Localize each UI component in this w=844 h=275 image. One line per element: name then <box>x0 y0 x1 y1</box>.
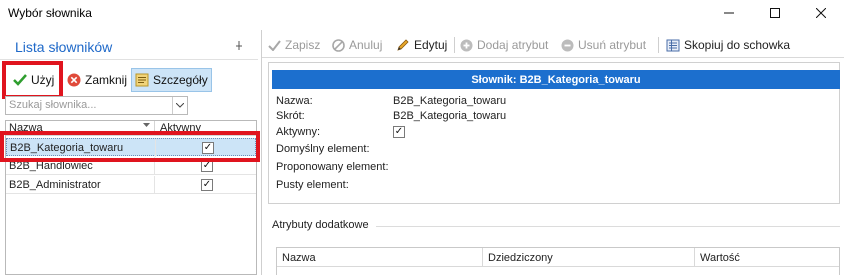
attributes-grid-header: Nazwa Dziedziczony Wartość <box>277 248 839 267</box>
add-attribute-button[interactable]: Dodaj atrybut <box>460 36 548 54</box>
maximize-button[interactable] <box>752 0 798 26</box>
remove-attribute-label: Usuń atrybut <box>578 38 647 52</box>
save-button[interactable]: Zapisz <box>268 36 320 54</box>
sort-icon <box>143 123 150 128</box>
close-button-label: Zamknij <box>85 73 128 87</box>
save-button-label: Zapisz <box>285 38 321 52</box>
active-checkbox[interactable]: ✓ <box>201 179 213 191</box>
minimize-button[interactable] <box>706 0 752 26</box>
column-header-inherited[interactable]: Dziedziczony <box>488 252 553 264</box>
name-label: Nazwa: <box>276 95 313 107</box>
left-panel-title: Lista słowników <box>15 39 113 55</box>
section-divider <box>376 226 840 227</box>
active-label: Aktywny: <box>276 126 321 138</box>
column-header-name[interactable]: Nazwa <box>282 252 316 264</box>
empty-element-label: Pusty element: <box>276 179 349 191</box>
highlight-selected-row <box>0 131 260 162</box>
plus-circle-icon <box>460 39 473 51</box>
edit-button[interactable]: Edytuj <box>396 36 447 54</box>
cancel-icon <box>332 38 345 52</box>
minimize-icon <box>724 12 734 14</box>
checkmark-icon <box>268 39 281 51</box>
close-button[interactable]: Zamknij <box>64 68 130 92</box>
cancel-button-label: Anuluj <box>349 38 383 52</box>
highlight-use-button <box>2 61 63 99</box>
active-checkbox[interactable]: ✓ <box>393 126 405 138</box>
chevron-down-icon <box>176 103 184 108</box>
panel-divider <box>261 30 262 275</box>
title-bar: Wybór słownika <box>0 0 844 26</box>
right-toolbar: Zapisz Anuluj Edytuj Dodaj atrybut Usuń … <box>262 32 844 58</box>
pencil-icon <box>397 39 409 51</box>
details-button[interactable]: Szczegóły <box>131 68 212 92</box>
cancel-button[interactable]: Anuluj <box>332 36 382 54</box>
search-input[interactable]: Szukaj słownika... <box>5 96 188 115</box>
maximize-icon <box>770 8 780 18</box>
window-title: Wybór słownika <box>8 6 92 20</box>
minus-circle-icon <box>561 39 574 51</box>
short-value: B2B_Kategoria_towaru <box>393 110 507 122</box>
copy-to-clipboard-button[interactable]: Skopiuj do schowka <box>666 36 790 54</box>
close-window-button[interactable] <box>798 0 844 26</box>
default-element-label: Domyślny element: <box>276 143 370 155</box>
left-panel-header: Lista słowników <box>0 30 258 60</box>
attributes-section-title: Atrybuty dodatkowe <box>272 219 369 231</box>
column-header-value[interactable]: Wartość <box>700 252 740 264</box>
table-row[interactable]: B2B_Administrator ✓ <box>6 176 256 194</box>
close-icon <box>816 8 826 18</box>
attributes-grid: Nazwa Dziedziczony Wartość <box>276 247 840 275</box>
proposed-element-label: Proponowany element: <box>276 161 389 173</box>
search-dropdown-button[interactable] <box>172 97 187 114</box>
edit-button-label: Edytuj <box>414 38 448 52</box>
add-attribute-label: Dodaj atrybut <box>477 38 549 52</box>
details-icon <box>135 73 149 87</box>
search-placeholder: Szukaj słownika... <box>9 99 97 111</box>
short-label: Skrót: <box>276 110 305 122</box>
row-name: B2B_Administrator <box>9 179 101 191</box>
remove-attribute-button[interactable]: Usuń atrybut <box>561 36 646 54</box>
dictionary-banner: Słownik: B2B_Kategoria_towaru <box>272 70 840 89</box>
clipboard-icon <box>666 39 680 51</box>
close-circle-icon <box>67 73 81 87</box>
pin-icon[interactable] <box>235 41 243 50</box>
copy-button-label: Skopiuj do schowka <box>684 38 791 52</box>
details-button-label: Szczegóły <box>153 73 208 87</box>
name-value: B2B_Kategoria_towaru <box>393 95 507 107</box>
